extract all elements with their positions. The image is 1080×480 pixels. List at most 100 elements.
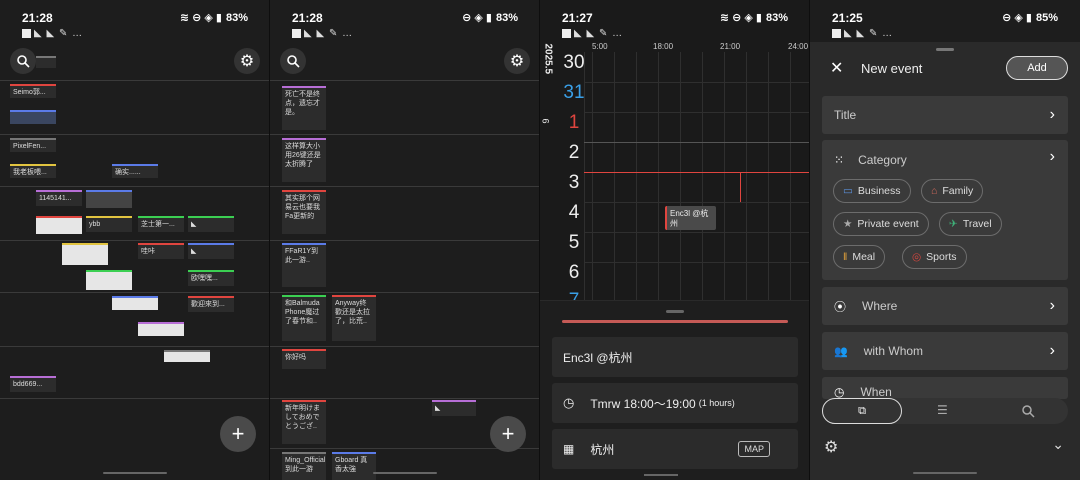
gear-icon: ⚙	[509, 53, 525, 70]
calendar-event[interactable]: ◣	[188, 216, 234, 232]
day-event-chip[interactable]: Enc3l @杭州	[665, 206, 716, 230]
date-number[interactable]: 2	[562, 142, 586, 164]
event-time-row[interactable]: ◷ Tmrw 18:00〜19:00 (1 hours)	[552, 383, 798, 423]
calendar-event[interactable]: ◣	[432, 400, 476, 416]
date-number[interactable]: 5	[562, 232, 586, 254]
day-view-panel: 21:27 ◣ ◣ ✎ … ≋ ⊖ ◈ ▮ 83% 2025.5 6 5:00 …	[540, 0, 810, 480]
chip-business[interactable]: ▭ Business	[833, 179, 911, 203]
clock-icon: ◷	[563, 395, 575, 410]
clock-icon: ◷	[834, 385, 845, 399]
map-button[interactable]: MAP	[738, 441, 770, 457]
status-time: 21:28	[292, 11, 323, 25]
calendar-event[interactable]: 1145141...	[36, 190, 82, 206]
tab-edit[interactable]: ⧉	[822, 398, 902, 424]
add-event-button[interactable]: +	[220, 416, 256, 452]
calendar-event[interactable]: 死亡不是终点，遗忘才是。	[282, 86, 326, 130]
calendar-event[interactable]: 芝士第一...	[138, 216, 184, 232]
calendar-event[interactable]	[86, 190, 132, 208]
date-number[interactable]: 1	[562, 112, 586, 134]
calendar-event[interactable]: 哇咔	[138, 243, 184, 259]
calendar-event[interactable]	[36, 216, 82, 234]
location-pin-icon: ⦿	[834, 299, 847, 314]
calendar-event[interactable]: 你好吗	[282, 349, 326, 369]
edit-icon: ⧉	[858, 404, 866, 417]
chip-private-event[interactable]: ★ Private event	[833, 212, 929, 236]
calendar-event[interactable]: 这样算大小用26键还是太折腾了	[282, 138, 326, 182]
calendar-event[interactable]: Gboard 真香太強	[332, 452, 376, 480]
when-field[interactable]: ◷ When	[822, 377, 1068, 399]
date-number[interactable]: 30	[562, 52, 586, 74]
list-icon[interactable]: ☰	[937, 403, 948, 417]
calendar-event[interactable]: bdd669...	[10, 376, 56, 392]
date-number[interactable]: 31	[562, 82, 586, 104]
grid-icon: ⁙	[834, 153, 845, 167]
calendar-event[interactable]: ybb	[86, 216, 132, 232]
date-number[interactable]: 3	[562, 172, 586, 194]
chip-travel[interactable]: ✈ Travel	[939, 212, 1002, 236]
calendar-event[interactable]: 欧嘿嘿...	[188, 270, 234, 286]
calendar-event[interactable]: Seimo郭...	[10, 84, 56, 98]
calendar-event[interactable]: FFaR1Y到此一游..	[282, 243, 326, 287]
calendar-event[interactable]: 新年明けましておめでとうござ..	[282, 400, 326, 444]
calendar-event[interactable]: ◣	[188, 243, 234, 259]
chip-sports[interactable]: ◎ Sports	[902, 245, 967, 269]
wifi-icon: ⊖ ◈ ▮	[462, 12, 492, 24]
status-bar: 21:28 ◣ ◣ ✎ … ≋ ⊖ ◈ ▮ 83%	[22, 10, 248, 42]
close-icon[interactable]: ✕	[830, 58, 843, 78]
add-event-button[interactable]: +	[490, 416, 526, 452]
event-details-sheet: Enc3l @杭州 ◷ Tmrw 18:00〜19:00 (1 hours) ▦…	[540, 300, 810, 480]
calendar-event[interactable]	[112, 296, 158, 310]
calendar-event[interactable]: 其实那个网易云也要我Fa更新的	[282, 190, 326, 234]
calendar-event[interactable]	[138, 322, 184, 336]
calendar-event[interactable]: PixelFen...	[10, 138, 56, 152]
hour-label: 24:00	[788, 42, 809, 51]
battery-percent: 83%	[225, 11, 248, 24]
plus-icon: +	[231, 421, 245, 446]
calendar-event[interactable]: Ming_Official到此一游	[282, 452, 326, 480]
calendar-event[interactable]: 我老板喂...	[10, 164, 56, 178]
calendar-event[interactable]: Anyway终歡还是太拉了，比荒..	[332, 295, 376, 341]
calendar-event[interactable]: 歡迎來到...	[188, 296, 234, 312]
notification-icons: ◣ ◣ ✎ …	[562, 28, 623, 39]
calendar-event[interactable]: 和Balmuda Phone魔过了春节和..	[282, 295, 326, 341]
sheet-handle[interactable]	[936, 48, 954, 51]
sheet-handle[interactable]	[666, 310, 684, 313]
calendar-event[interactable]	[10, 110, 56, 124]
gear-icon[interactable]: ⚙	[824, 437, 838, 457]
title-field[interactable]: Title ›	[822, 96, 1068, 134]
wifi-icon: ≋ ⊖ ◈ ▮	[179, 12, 222, 24]
chip-meal[interactable]: ǁ Meal	[833, 245, 886, 269]
event-title-row[interactable]: Enc3l @杭州	[552, 337, 798, 377]
calendar-event[interactable]	[164, 350, 210, 362]
hour-label: 18:00	[653, 42, 674, 51]
where-field[interactable]: ⦿ Where ›	[822, 287, 1068, 325]
date-number[interactable]: 4	[562, 202, 586, 224]
battery-percent: 83%	[495, 11, 518, 24]
search-icon	[287, 55, 300, 68]
add-button[interactable]: Add	[1006, 56, 1068, 80]
settings-button[interactable]: ⚙	[234, 48, 260, 74]
event-location-row[interactable]: ▦ 杭州 MAP	[552, 429, 798, 469]
calendar-event[interactable]: 确实......	[112, 164, 158, 178]
chevron-down-icon[interactable]: ⌄	[1052, 436, 1064, 453]
calendar-event[interactable]	[36, 56, 56, 68]
with-whom-field[interactable]: 👥 with Whom ›	[822, 332, 1068, 370]
date-number[interactable]: 6	[562, 262, 586, 284]
search-icon[interactable]	[1021, 404, 1035, 418]
chip-family[interactable]: ⌂ Family	[921, 179, 984, 203]
search-button[interactable]	[10, 48, 36, 74]
people-icon: 👥	[834, 345, 848, 358]
calendar-event[interactable]	[62, 243, 108, 265]
search-button[interactable]	[280, 48, 306, 74]
status-time: 21:25	[832, 11, 863, 25]
star-icon: ★	[843, 218, 853, 230]
month-view-panel-1: 21:28 ◣ ◣ ✎ … ≋ ⊖ ◈ ▮ 83% ⚙ Seimo郭... Pi…	[0, 0, 270, 480]
plus-icon: +	[501, 421, 515, 446]
chevron-right-icon[interactable]: ›	[1050, 148, 1055, 166]
wifi-icon: ⊖ ◈ ▮	[1002, 12, 1032, 24]
status-right: ⊖ ◈ ▮ 83%	[462, 11, 518, 25]
fork-knife-icon: ǁ	[843, 251, 848, 263]
calendar-event[interactable]	[86, 270, 132, 290]
hour-label: 5:00	[592, 42, 608, 51]
settings-button[interactable]: ⚙	[504, 48, 530, 74]
